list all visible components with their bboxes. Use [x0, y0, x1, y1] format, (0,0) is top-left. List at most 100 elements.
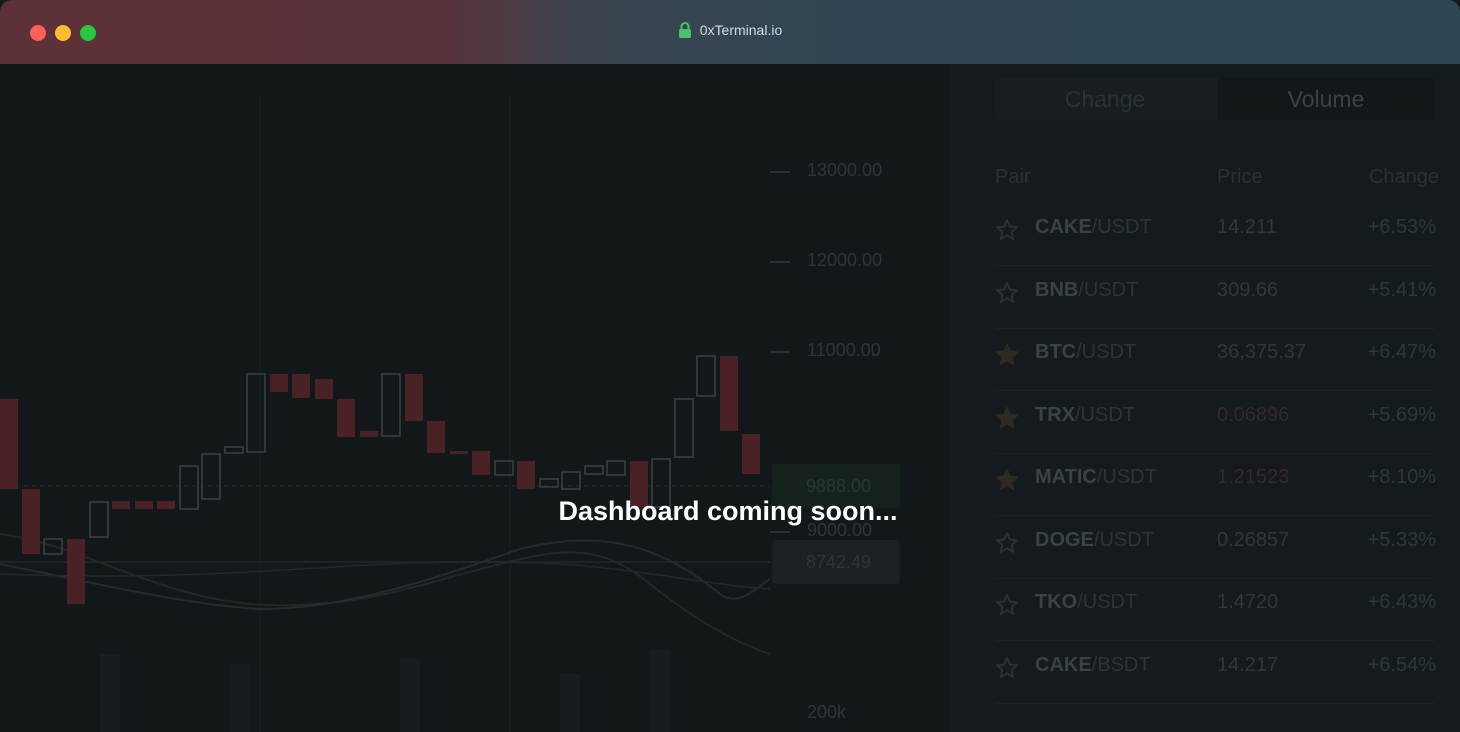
- pair-quote: /USDT: [1077, 591, 1138, 613]
- pair-change: +6.43%: [1367, 591, 1436, 613]
- browser-window: 0xTerminal.io 13000.00 12000.00 11000.00…: [0, 0, 1460, 732]
- candle: [292, 374, 310, 398]
- candle: [584, 465, 604, 475]
- candle: [201, 453, 221, 500]
- pair-price: 36,375.37: [1217, 341, 1306, 363]
- candle: [0, 399, 18, 489]
- pair-base: TKO: [1035, 591, 1078, 613]
- candle: [696, 355, 716, 397]
- favorite-star-icon[interactable]: [995, 281, 1019, 305]
- pair-change: +6.47%: [1367, 341, 1436, 363]
- candle: [427, 421, 445, 453]
- dashboard-content: 13000.00 12000.00 11000.00 9000.00 9888.…: [0, 64, 1460, 732]
- pair-quote: /USDT: [1093, 528, 1154, 551]
- market-list-panel: Change Volume Pair Price Change CAKE/USD…: [950, 64, 1460, 732]
- candle: [315, 379, 333, 399]
- market-row[interactable]: CAKE/BSDT 14.217 +6.54%: [995, 642, 1436, 704]
- market-row[interactable]: BNB/USDT 309.66 +5.41%: [995, 267, 1436, 329]
- volume-axis-label: 200k: [807, 702, 847, 722]
- candle: [224, 446, 244, 454]
- pair-symbol: BTC/USDT: [1035, 341, 1136, 364]
- price-chart: [0, 64, 771, 732]
- pair-change: +8.10%: [1367, 466, 1436, 488]
- market-row[interactable]: TRX/USDT 0.06896 +5.69%: [995, 392, 1436, 454]
- pair-change: +5.33%: [1367, 528, 1436, 551]
- axis-label: 12000.00: [807, 250, 883, 270]
- favorite-star-icon[interactable]: [995, 593, 1019, 617]
- market-tabs: Change Volume: [995, 78, 1435, 120]
- pair-base: BTC: [1035, 341, 1077, 363]
- favorite-star-icon[interactable]: [995, 343, 1019, 367]
- favorite-star-icon[interactable]: [995, 468, 1019, 492]
- title-bar: 0xTerminal.io: [0, 0, 1460, 64]
- pair-base: CAKE: [1035, 216, 1092, 238]
- pair-symbol: DOGE/USDT: [1035, 529, 1154, 552]
- candle: [381, 373, 401, 437]
- lock-icon: [678, 22, 691, 38]
- market-row[interactable]: TKO/USDT 1.4720 +6.43%: [995, 579, 1436, 641]
- pair-change: +6.54%: [1367, 653, 1436, 676]
- axis-tick: [770, 261, 790, 263]
- pair-symbol: CAKE/BSDT: [1035, 654, 1151, 677]
- candlestick-chart: [0, 94, 771, 732]
- pair-symbol: TRX/USDT: [1035, 404, 1135, 427]
- pair-price: 1.4720: [1217, 591, 1279, 613]
- favorite-star-icon[interactable]: [995, 218, 1019, 242]
- favorite-star-icon[interactable]: [995, 531, 1019, 555]
- pair-base: DOGE: [1035, 528, 1094, 551]
- secondary-price-tag: 8742.49: [772, 540, 900, 584]
- candle: [742, 434, 760, 474]
- pair-base: CAKE: [1035, 653, 1092, 676]
- favorite-star-icon[interactable]: [995, 656, 1019, 680]
- pair-symbol: CAKE/USDT: [1035, 216, 1152, 239]
- address-text: 0xTerminal.io: [699, 22, 783, 38]
- market-row[interactable]: BTC/USDT 36,375.37 +6.47%: [995, 329, 1436, 391]
- column-header-change[interactable]: Change: [1369, 166, 1439, 189]
- candle: [674, 398, 694, 458]
- candle: [337, 399, 355, 437]
- column-header-pair[interactable]: Pair: [995, 166, 1031, 189]
- tab-volume[interactable]: Volume: [1217, 78, 1435, 120]
- pair-price: 14.217: [1217, 653, 1279, 676]
- pair-price: 0.06896: [1217, 403, 1290, 426]
- favorite-star-icon[interactable]: [995, 406, 1019, 430]
- pair-quote: /BSDT: [1091, 653, 1151, 676]
- pair-base: MATIC: [1035, 466, 1097, 488]
- candle: [360, 431, 378, 437]
- axis-tick: [770, 171, 790, 173]
- pair-change: +5.41%: [1367, 278, 1436, 301]
- axis-tick: [770, 531, 790, 533]
- pair-symbol: MATIC/USDT: [1035, 466, 1157, 489]
- tab-change[interactable]: Change: [995, 78, 1215, 120]
- pair-price: 14.211: [1217, 216, 1277, 238]
- pair-price: 309.66: [1217, 278, 1279, 301]
- column-header-price[interactable]: Price: [1217, 166, 1263, 189]
- pair-quote: /USDT: [1096, 466, 1157, 488]
- candle: [67, 539, 85, 604]
- pair-quote: /USDT: [1075, 403, 1135, 426]
- candle: [720, 356, 738, 431]
- pair-quote: /USDT: [1078, 278, 1139, 301]
- pair-change: +6.53%: [1367, 216, 1436, 238]
- axis-label: 13000.00: [807, 160, 883, 180]
- pair-quote: /USDT: [1091, 216, 1152, 238]
- pair-price: 1.21523: [1217, 466, 1290, 488]
- address-bar[interactable]: 0xTerminal.io: [0, 22, 1460, 38]
- price-axis: 13000.00 12000.00 11000.00 9000.00 9888.…: [770, 64, 950, 732]
- candle: [405, 374, 423, 421]
- candle: [517, 461, 535, 489]
- pair-price: 0.26857: [1217, 528, 1290, 551]
- candle: [246, 373, 266, 453]
- candle: [606, 460, 626, 476]
- pair-base: BNB: [1035, 278, 1079, 301]
- axis-tick: [770, 351, 790, 353]
- market-row[interactable]: CAKE/USDT 14.211 +6.53%: [995, 204, 1436, 266]
- pair-symbol: BNB/USDT: [1035, 279, 1138, 302]
- pair-symbol: TKO/USDT: [1035, 591, 1137, 614]
- coming-soon-message: Dashboard coming soon...: [558, 496, 898, 526]
- pair-base: TRX: [1035, 403, 1075, 426]
- candle: [450, 451, 468, 454]
- candle: [472, 451, 490, 475]
- pair-change: +5.69%: [1367, 403, 1436, 426]
- candle: [270, 374, 288, 392]
